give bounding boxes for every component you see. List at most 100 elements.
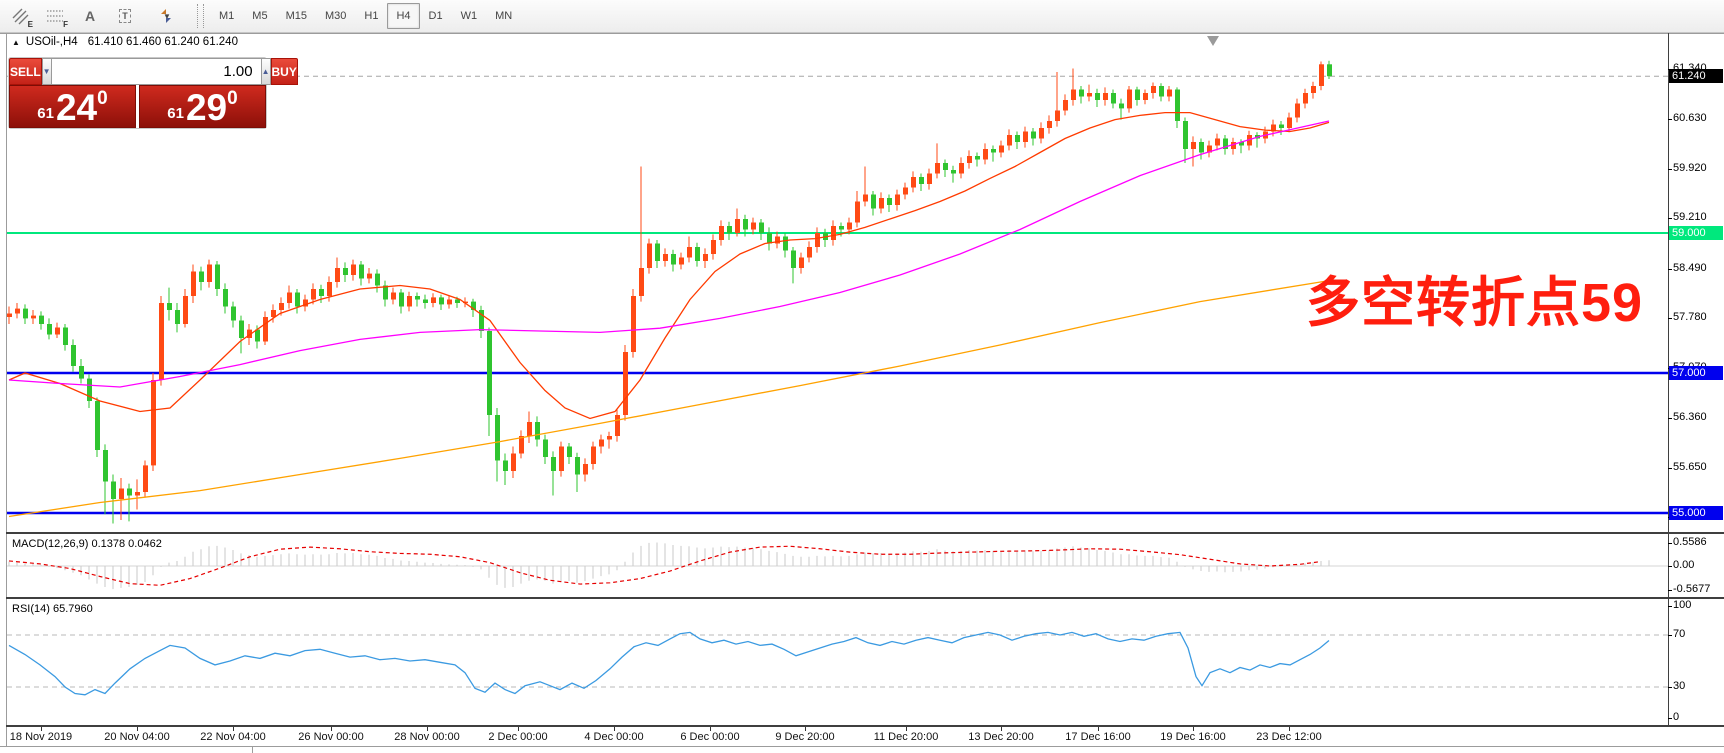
- candle-body: [1159, 86, 1164, 97]
- rsi-tick-mark: [1668, 635, 1672, 636]
- text-label-icon[interactable]: A: [75, 2, 105, 30]
- candle-body: [847, 223, 852, 230]
- sell-button[interactable]: SELL: [9, 58, 42, 85]
- candle-body: [511, 454, 516, 472]
- candle-body: [1151, 86, 1156, 93]
- mt4-window: E F A T ▼ M1M5M15M30H1H4D1W1MN: [0, 0, 1724, 753]
- candle-body: [767, 233, 772, 244]
- timeframe-button-m1[interactable]: M1: [210, 3, 243, 29]
- candle-body: [815, 233, 820, 247]
- candle-body: [1111, 93, 1116, 104]
- volume-decrease-button[interactable]: ▼: [42, 58, 52, 85]
- collapse-panel-icon[interactable]: ▲: [12, 38, 20, 47]
- buy-price-big: 29: [186, 89, 227, 127]
- candle-body: [535, 422, 540, 440]
- candle-body: [959, 163, 964, 174]
- date-label: 18 Nov 2019: [0, 731, 89, 743]
- candle-body: [1031, 132, 1036, 139]
- candle-body: [631, 296, 636, 352]
- candle-body: [319, 289, 324, 296]
- timeframe-button-h4[interactable]: H4: [387, 3, 419, 29]
- macd-rsi-separator[interactable]: [6, 597, 1724, 599]
- date-label: 4 Dec 00:00: [566, 731, 662, 743]
- candle-body: [1199, 142, 1204, 153]
- buy-button[interactable]: BUY: [271, 58, 298, 85]
- candle-body: [1007, 135, 1012, 146]
- candle-body: [719, 226, 724, 240]
- channel-lines-icon: [11, 7, 29, 25]
- buy-price-box[interactable]: 61 29 0: [139, 85, 266, 128]
- candle-body: [399, 293, 404, 307]
- candle-body: [23, 309, 28, 319]
- equidistant-channel-icon[interactable]: E: [5, 2, 35, 30]
- candle-body: [231, 307, 236, 321]
- price-tick-mark: [1668, 169, 1672, 170]
- volume-increase-button[interactable]: ▲: [261, 58, 271, 85]
- candle-body: [1167, 90, 1172, 97]
- candle-body: [367, 274, 372, 279]
- candle-body: [791, 251, 796, 269]
- candle-body: [863, 195, 868, 202]
- candle-body: [215, 265, 220, 290]
- candle-body: [375, 274, 380, 286]
- candle-body: [447, 300, 452, 305]
- candle-body: [831, 226, 836, 240]
- timeframe-button-h1[interactable]: H1: [355, 3, 387, 29]
- timeframe-button-mn[interactable]: MN: [486, 3, 521, 29]
- ohlc-values-label: 61.410 61.460 61.240 61.240: [88, 36, 238, 48]
- candle-body: [783, 237, 788, 251]
- candle-body: [175, 310, 180, 324]
- chart-title-row: ▲ USOil-,H4 61.410 61.460 61.240 61.240: [12, 36, 238, 48]
- price-tick-mark: [1668, 468, 1672, 469]
- timeframe-button-w1[interactable]: W1: [452, 3, 487, 29]
- candle-body: [943, 163, 948, 170]
- price-axis-border: [1668, 33, 1669, 727]
- candle-body: [415, 296, 420, 300]
- arrows-tool-button[interactable]: ▼: [145, 2, 187, 30]
- candle-body: [639, 268, 644, 296]
- text-box-icon[interactable]: T: [110, 2, 140, 30]
- candle-body: [599, 440, 604, 447]
- price-level-label: 61.240: [1669, 69, 1723, 83]
- rsi-tick-label: 0: [1673, 711, 1679, 723]
- candle-body: [663, 254, 668, 261]
- candle-body: [887, 198, 892, 205]
- candle-body: [567, 447, 572, 458]
- candle-body: [1311, 86, 1316, 93]
- fibonacci-icon[interactable]: F: [40, 2, 70, 30]
- sell-price-box[interactable]: 61 24 0: [9, 85, 136, 128]
- price-tick-label: 59.920: [1673, 162, 1707, 174]
- candle-body: [167, 303, 172, 310]
- candle-body: [687, 247, 692, 258]
- macd-pane-surface[interactable]: [7, 536, 1668, 595]
- price-level-label: 59.000: [1669, 226, 1723, 240]
- candle-body: [1079, 90, 1084, 97]
- candle-body: [1143, 93, 1148, 100]
- candle-body: [191, 272, 196, 297]
- rsi-pane-surface[interactable]: [7, 601, 1668, 725]
- down-arrow-marker[interactable]: [1207, 36, 1219, 46]
- timeframe-button-m5[interactable]: M5: [243, 3, 276, 29]
- candle-body: [1127, 90, 1132, 109]
- date-label: 20 Nov 04:00: [89, 731, 185, 743]
- candle-body: [63, 328, 68, 346]
- candle-body: [79, 366, 84, 379]
- candle-body: [575, 457, 580, 475]
- timeframe-button-m30[interactable]: M30: [316, 3, 355, 29]
- candle-body: [735, 219, 740, 233]
- price-tick-label: 57.780: [1673, 311, 1707, 323]
- candle-body: [759, 223, 764, 234]
- volume-input[interactable]: [52, 58, 261, 85]
- candle-body: [551, 457, 556, 471]
- candle-body: [335, 268, 340, 282]
- price-tick-label: 56.360: [1673, 411, 1707, 423]
- timeframe-button-m15[interactable]: M15: [277, 3, 316, 29]
- rsi-axis-separator: [6, 725, 1724, 727]
- candle-body: [679, 258, 684, 265]
- candle-body: [287, 293, 292, 304]
- main-macd-separator[interactable]: [6, 532, 1724, 534]
- timeframe-button-d1[interactable]: D1: [420, 3, 452, 29]
- candle-body: [1327, 64, 1332, 76]
- candle-body: [183, 296, 188, 324]
- candle-body: [127, 489, 132, 496]
